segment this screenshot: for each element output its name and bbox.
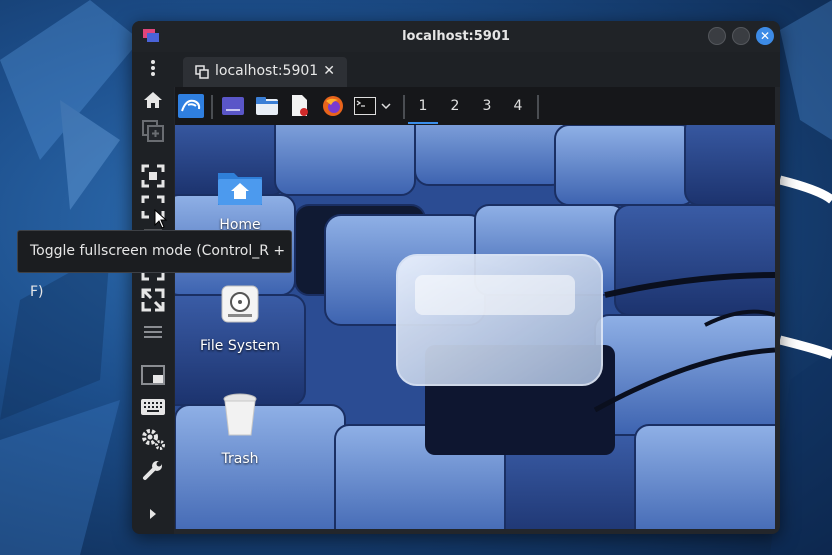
kali-menu-icon[interactable] [178, 94, 204, 118]
maximize-button[interactable] [732, 27, 750, 45]
mouse-cursor-icon [154, 209, 168, 229]
connection-tab-icon [195, 65, 209, 79]
workspace-2[interactable]: 2 [440, 98, 470, 114]
remote-desktop-view[interactable]: 1 2 3 4 Home File System Trash [175, 87, 775, 529]
minimize-button[interactable] [708, 27, 726, 45]
duplicate-icon[interactable] [141, 119, 165, 143]
keyboard-icon[interactable] [141, 395, 165, 419]
multi-monitor-icon[interactable] [141, 364, 165, 388]
desktop-icon-file-system[interactable]: File System [190, 284, 290, 354]
trash-icon [223, 393, 257, 436]
close-button[interactable]: ✕ [756, 27, 774, 45]
preferences-gears-icon[interactable] [141, 427, 165, 451]
tab-close-icon[interactable]: ✕ [323, 63, 335, 79]
desktop-icon-home[interactable]: Home [190, 169, 290, 239]
tab-label: localhost:5901 [215, 63, 319, 79]
firefox-icon[interactable] [321, 94, 345, 118]
workspace-3[interactable]: 3 [472, 98, 502, 114]
fullscreen-tooltip: Toggle fullscreen mode (Control_R + F) [17, 230, 292, 300]
xfce-panel: 1 2 3 4 [175, 87, 775, 125]
desktop-icon-trash[interactable]: Trash [190, 393, 290, 467]
workspace-4[interactable]: 4 [503, 98, 533, 114]
drive-icon [221, 285, 259, 323]
active-workspace-indicator [408, 122, 438, 124]
title-bar[interactable]: localhost:5901 ✕ [132, 21, 780, 52]
hamburger-menu-icon[interactable] [141, 320, 165, 344]
host-wallpaper-curve [780, 175, 832, 360]
window-title: localhost:5901 [402, 29, 510, 44]
tab-connection[interactable]: localhost:5901 ✕ [183, 57, 347, 87]
collapse-arrow-icon[interactable] [141, 502, 165, 526]
desktop-icon-label: File System [199, 338, 281, 354]
scaled-mode-icon[interactable] [141, 288, 165, 312]
remmina-toolbar [132, 52, 174, 534]
tools-wrench-icon[interactable] [141, 458, 165, 482]
fit-window-icon[interactable] [141, 164, 165, 188]
tab-bar: localhost:5901 ✕ [174, 52, 780, 87]
text-editor-icon[interactable] [288, 94, 312, 118]
remmina-window: localhost:5901 ✕ localhost:5901 ✕ 1 2 3 … [132, 21, 780, 534]
terminal-icon[interactable] [353, 94, 377, 118]
desktop-icon-label: Trash [221, 451, 259, 467]
launcher-dropdown-icon[interactable] [379, 94, 393, 118]
show-desktop-icon[interactable] [221, 94, 245, 118]
file-manager-icon[interactable] [255, 94, 279, 118]
home-icon[interactable] [141, 88, 165, 112]
home-folder-icon [218, 173, 262, 205]
workspace-1[interactable]: 1 [408, 98, 438, 114]
menu-dots-icon[interactable] [141, 56, 165, 80]
